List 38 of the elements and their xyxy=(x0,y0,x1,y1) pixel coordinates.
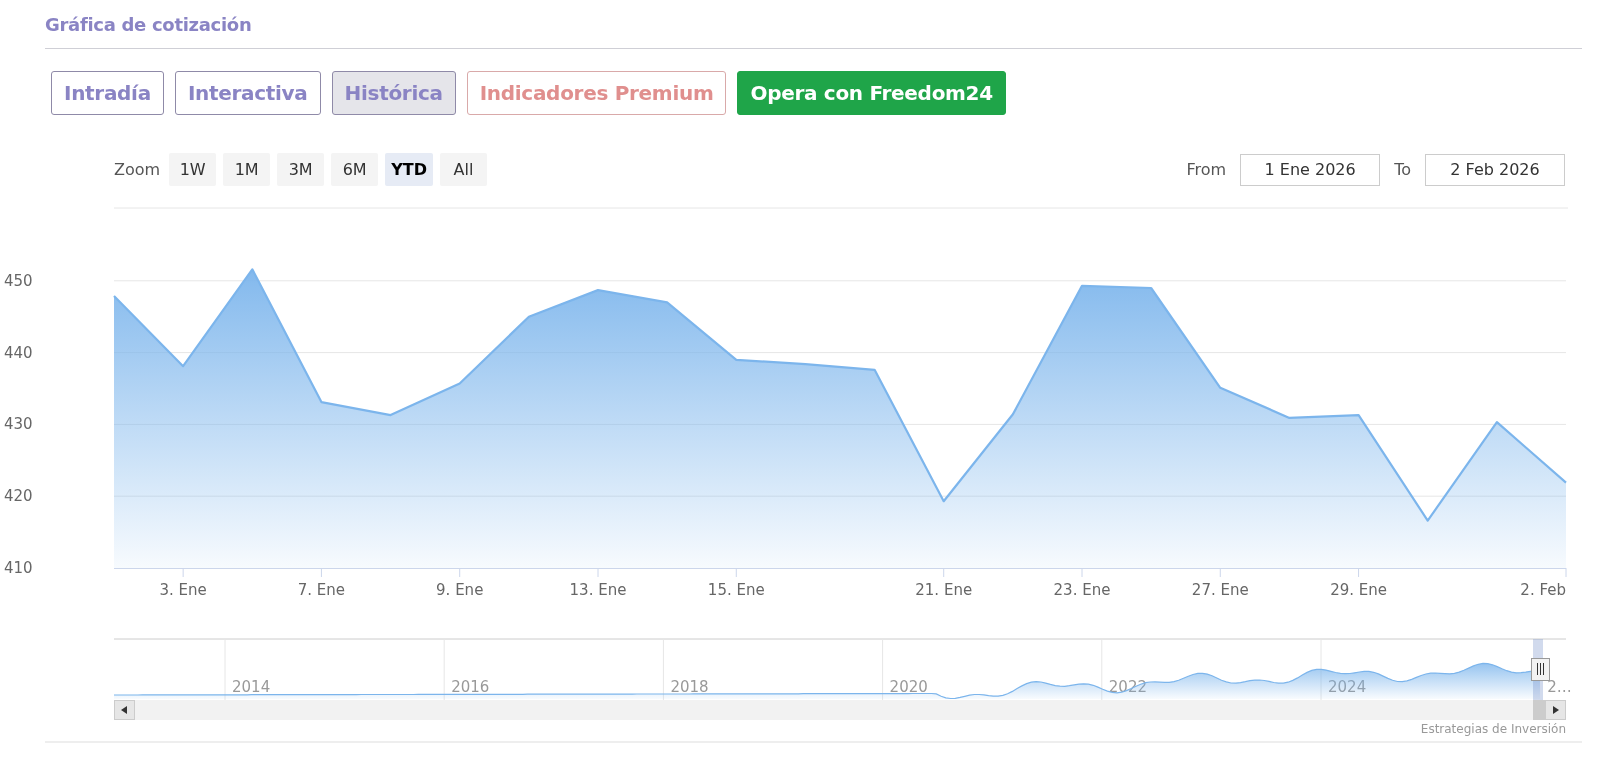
x-axis-label: 29. Ene xyxy=(1330,581,1387,599)
y-axis-label: 440 xyxy=(4,343,33,362)
navigator-year-label: 2014 xyxy=(232,678,271,696)
x-axis-label: 2. Feb xyxy=(1520,581,1566,599)
section-title: Gráfica de cotización xyxy=(45,13,252,35)
zoom-label: Zoom xyxy=(114,160,161,179)
navigator-year-label: 2024 xyxy=(1328,678,1367,696)
navigator-handle[interactable] xyxy=(1531,658,1550,681)
x-axis-label: 7. Ene xyxy=(297,581,346,599)
range-button[interactable]: YTD xyxy=(385,153,433,186)
y-axis-label: 450 xyxy=(4,271,33,290)
to-label: To xyxy=(1394,160,1411,179)
x-axis-label: 15. Ene xyxy=(707,581,765,599)
range-button[interactable]: 3M xyxy=(277,153,325,186)
y-axis-label: 430 xyxy=(4,415,33,434)
credits-text: Estrategias de Inversión xyxy=(1420,722,1566,736)
navigator-year-label: 2020 xyxy=(889,678,928,696)
scrollbar-thumb[interactable] xyxy=(1533,700,1545,720)
range-button[interactable]: 6M xyxy=(331,153,379,186)
from-label: From xyxy=(1186,160,1227,179)
scroll-right-button[interactable] xyxy=(1545,700,1566,720)
x-axis-label: 9. Ene xyxy=(436,581,484,599)
y-axis-label: 410 xyxy=(4,559,33,577)
range-button[interactable]: All xyxy=(439,153,487,186)
from-date-field[interactable]: 1 Ene 2026 xyxy=(1240,153,1381,186)
navigator-year-label: 2016 xyxy=(451,678,490,696)
range-button[interactable]: 1M xyxy=(223,153,271,186)
to-date-field[interactable]: 2 Feb 2026 xyxy=(1425,153,1565,186)
range-button[interactable]: 1W xyxy=(169,153,217,186)
x-axis-label: 23. Ene xyxy=(1053,581,1111,599)
x-axis-label: 27. Ene xyxy=(1191,581,1249,599)
scroll-left-button[interactable] xyxy=(114,700,135,720)
navigator-year-label: 2… xyxy=(1547,678,1572,696)
y-axis-label: 420 xyxy=(4,487,33,506)
navigator-year-label: 2018 xyxy=(670,678,709,696)
x-axis-label: 3. Ene xyxy=(159,581,207,599)
x-axis-label: 13. Ene xyxy=(569,581,627,599)
x-axis-label: 21. Ene xyxy=(915,581,973,599)
